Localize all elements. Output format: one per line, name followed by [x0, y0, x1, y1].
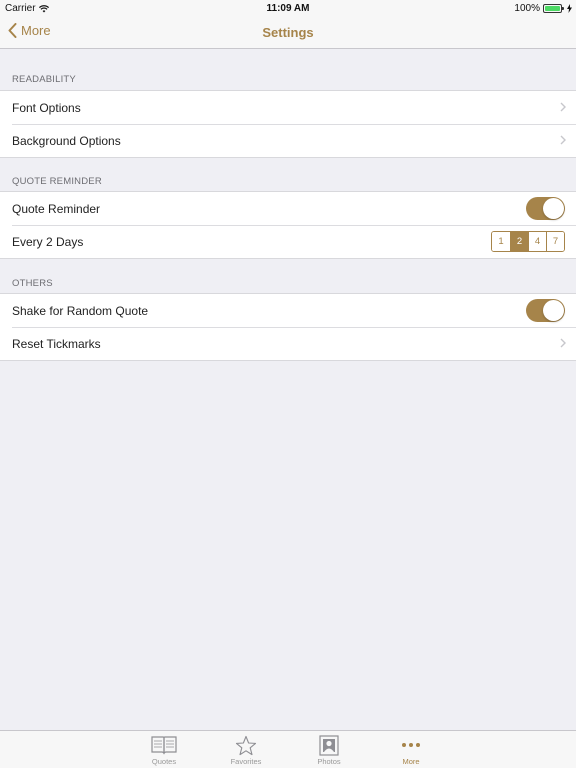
font-options-label: Font Options [12, 100, 81, 115]
interval-option-1[interactable]: 1 [492, 232, 510, 251]
reset-tickmarks-row[interactable]: Reset Tickmarks [0, 327, 576, 360]
tab-favorites[interactable]: Favorites [216, 731, 276, 768]
tab-favorites-label: Favorites [230, 757, 262, 766]
tab-quotes-label: Quotes [151, 757, 177, 766]
section-header-others: OTHERS [12, 278, 53, 289]
charging-bolt-icon [567, 4, 572, 13]
status-bar: Carrier 11:09 AM 100% [0, 0, 576, 16]
background-options-row[interactable]: Background Options [0, 124, 576, 157]
tab-more-label: More [402, 757, 420, 766]
shake-random-label: Shake for Random Quote [12, 303, 149, 318]
section-header-quote-reminder: QUOTE REMINDER [12, 176, 102, 187]
quote-reminder-group: Quote Reminder Every 2 Days 1 2 4 7 [0, 191, 576, 259]
reminder-interval-label: Every 2 Days [12, 234, 84, 249]
settings-screen: Carrier 11:09 AM 100% More Settings READ… [0, 0, 576, 768]
section-header-readability: READABILITY [12, 74, 76, 85]
tab-photos[interactable]: Photos [299, 731, 359, 768]
more-dots-icon [402, 743, 420, 747]
tab-bar: Quotes Favorites Photos More [0, 730, 576, 768]
navigation-bar: More Settings [0, 16, 576, 49]
chevron-right-icon [560, 102, 566, 112]
others-group: Shake for Random Quote Reset Tickmarks [0, 293, 576, 361]
battery-indicator: 100% [514, 3, 572, 14]
reset-tickmarks-label: Reset Tickmarks [12, 336, 101, 351]
interval-option-2[interactable]: 2 [510, 232, 528, 251]
font-options-row[interactable]: Font Options [0, 91, 576, 124]
interval-segmented-control: 1 2 4 7 [491, 231, 565, 252]
tab-more[interactable]: More [381, 731, 441, 768]
tab-photos-label: Photos [317, 757, 341, 766]
reminder-interval-row: Every 2 Days 1 2 4 7 [0, 225, 576, 258]
photo-icon [319, 735, 339, 756]
page-title: Settings [262, 25, 314, 40]
shake-random-toggle[interactable] [526, 299, 565, 322]
chevron-right-icon [560, 135, 566, 145]
interval-option-4[interactable]: 4 [528, 232, 546, 251]
quote-reminder-row: Quote Reminder [0, 192, 576, 225]
battery-percent: 100% [514, 3, 540, 14]
battery-icon [543, 4, 564, 13]
star-icon [235, 735, 257, 756]
quote-reminder-label: Quote Reminder [12, 201, 101, 216]
quote-reminder-toggle[interactable] [526, 197, 565, 220]
tab-quotes[interactable]: Quotes [134, 731, 194, 768]
shake-random-row: Shake for Random Quote [0, 294, 576, 327]
chevron-right-icon [560, 338, 566, 348]
background-options-label: Background Options [12, 133, 121, 148]
interval-option-7[interactable]: 7 [546, 232, 564, 251]
readability-group: Font Options Background Options [0, 90, 576, 158]
book-icon [151, 736, 177, 755]
status-time: 11:09 AM [266, 3, 310, 14]
